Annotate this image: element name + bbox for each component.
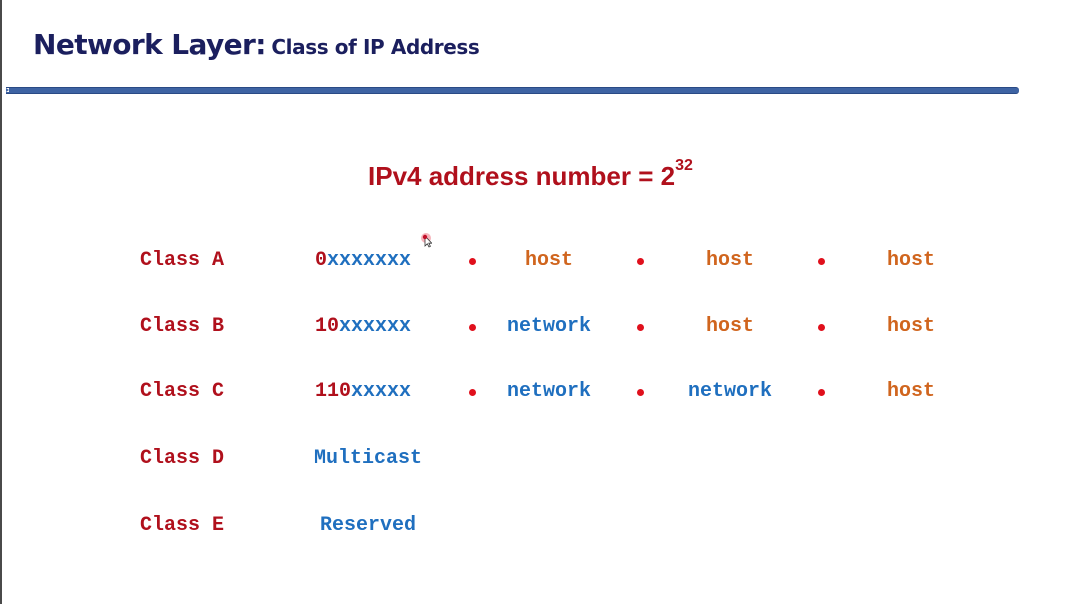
formula-text: IPv4 address number = 2 [368, 161, 676, 191]
class-row-a: Class A 0xxxxxxx host host host [0, 249, 1076, 273]
first-octet: 0xxxxxxx [315, 249, 411, 272]
separator-dot-icon [818, 389, 825, 396]
leading-bits: 0 [315, 249, 328, 272]
formula-exponent: 32 [675, 157, 693, 174]
separator-dot-icon [637, 258, 644, 265]
separator-dot-icon [637, 324, 644, 331]
class-label: Class A [140, 249, 225, 272]
octet-4: host [886, 380, 935, 403]
octet-2: network [506, 315, 591, 338]
separator-dot-icon [818, 258, 825, 265]
class-description: Reserved [319, 514, 416, 537]
first-octet: 10xxxxxx [315, 315, 411, 338]
slide-title-main: Network Layer: [33, 28, 266, 61]
octet-2: host [524, 249, 573, 272]
variable-bits: xxxxx [351, 380, 412, 403]
leading-bits: 110 [315, 380, 352, 403]
mouse-pointer-icon [422, 234, 432, 248]
separator-dot-icon [469, 324, 476, 331]
octet-3: host [705, 249, 754, 272]
separator-dot-icon [818, 324, 825, 331]
slide-title: Network Layer: Class of IP Address [33, 28, 480, 61]
octet-4: host [886, 249, 935, 272]
class-label: Class B [140, 315, 225, 338]
class-label: Class C [140, 380, 225, 403]
separator-dot-icon [637, 389, 644, 396]
class-label: Class D [140, 447, 225, 470]
title-divider [6, 87, 1019, 94]
octet-4: host [886, 315, 935, 338]
class-row-b: Class B 10xxxxxx network host host [0, 315, 1076, 339]
class-row-e: Class E Reserved [0, 514, 1076, 538]
class-row-c: Class C 110xxxxx network network host [0, 380, 1076, 404]
separator-dot-icon [469, 389, 476, 396]
variable-bits: xxxxxxx [327, 249, 412, 272]
octet-3: network [687, 380, 772, 403]
separator-dot-icon [469, 258, 476, 265]
slide-title-sub: Class of IP Address [271, 35, 480, 59]
class-label: Class E [140, 514, 225, 537]
ipv4-formula: IPv4 address number = 232 [368, 157, 693, 192]
octet-3: host [705, 315, 754, 338]
class-row-d: Class D Multicast [0, 447, 1076, 471]
variable-bits: xxxxxx [339, 315, 412, 338]
octet-2: network [506, 380, 591, 403]
first-octet: 110xxxxx [315, 380, 411, 403]
class-description: Multicast [313, 447, 423, 470]
leading-bits: 10 [315, 315, 340, 338]
